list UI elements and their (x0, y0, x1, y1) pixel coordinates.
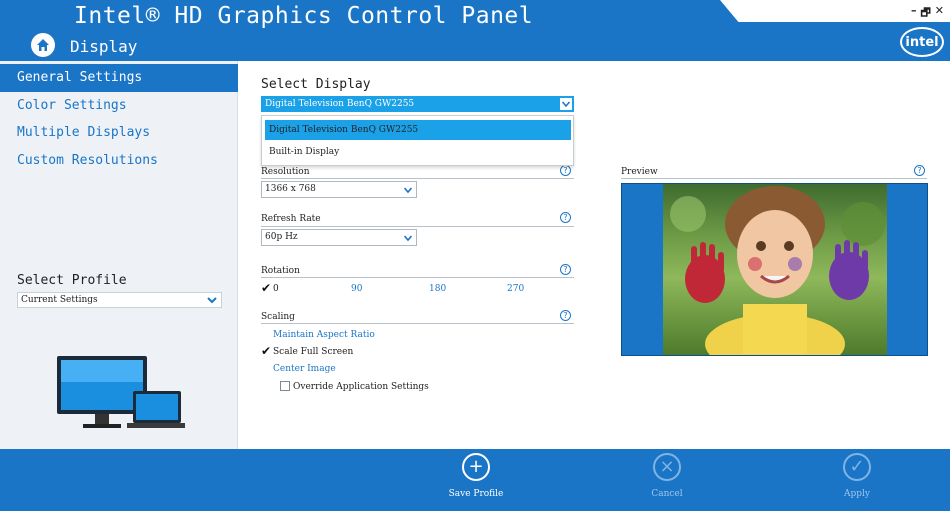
preview-help-icon[interactable]: ? (914, 165, 925, 176)
preview-image (663, 184, 887, 355)
rotation-option-0[interactable]: 0 (273, 284, 279, 294)
sidebar: General Settings Color Settings Multiple… (0, 61, 238, 449)
profile-value: Current Settings (21, 295, 98, 305)
divider (261, 277, 574, 278)
display-option-benq[interactable]: Digital Television BenQ GW2255 (265, 120, 571, 140)
apply-button[interactable]: ✓ Apply (817, 453, 897, 499)
app-title: Intel® HD Graphics Control Panel (74, 3, 534, 29)
chevron-down-icon (561, 101, 571, 108)
divider (261, 323, 574, 324)
divider (261, 178, 574, 179)
logo-text: intel (905, 34, 939, 50)
display-dropdown-value: Digital Television BenQ GW2255 (265, 99, 415, 109)
divider (261, 226, 574, 227)
display-dropdown-list: Digital Television BenQ GW2255 Built-in … (261, 115, 574, 166)
rotation-help-icon[interactable]: ? (560, 264, 571, 275)
select-profile-label: Select Profile (17, 273, 127, 288)
close-circle-icon: × (653, 453, 681, 481)
devices-illustration (57, 356, 185, 428)
chevron-down-icon (403, 235, 413, 242)
sidebar-item-multiple-displays[interactable]: Multiple Displays (0, 119, 238, 147)
window-controls: – 🗗 ✕ (911, 4, 944, 23)
display-dropdown-toggle[interactable] (559, 97, 573, 111)
sidebar-item-color-settings[interactable]: Color Settings (0, 92, 238, 120)
home-button[interactable] (31, 33, 55, 57)
close-button[interactable]: ✕ (935, 4, 944, 23)
divider (621, 178, 927, 179)
plus-icon: + (462, 453, 490, 481)
minimize-button[interactable]: – (911, 4, 917, 23)
apply-label: Apply (844, 489, 870, 499)
cancel-button[interactable]: × Cancel (627, 453, 707, 499)
scaling-option-maintain-aspect[interactable]: Maintain Aspect Ratio (273, 330, 375, 340)
resolution-label: Resolution (261, 167, 310, 177)
chevron-down-icon (207, 297, 217, 304)
child-photo (670, 186, 885, 355)
profile-dropdown[interactable]: Current Settings (17, 292, 222, 308)
scaling-help-icon[interactable]: ? (560, 310, 571, 321)
rotation-label: Rotation (261, 266, 300, 276)
refresh-rate-dropdown[interactable]: 60p Hz (261, 229, 417, 246)
resolution-help-icon[interactable]: ? (560, 165, 571, 176)
scaling-option-center-image[interactable]: Center Image (273, 364, 336, 374)
page-title: Display (70, 37, 138, 56)
override-checkbox[interactable] (280, 381, 290, 391)
refresh-help-icon[interactable]: ? (560, 212, 571, 223)
scaling-label: Scaling (261, 312, 295, 322)
rotation-option-180[interactable]: 180 (429, 284, 446, 294)
scaling-option-full-screen[interactable]: Scale Full Screen (273, 347, 353, 357)
intel-logo: intel (900, 27, 944, 57)
rotation-option-270[interactable]: 270 (507, 284, 524, 294)
select-display-label: Select Display (261, 77, 371, 92)
display-dropdown[interactable]: Digital Television BenQ GW2255 (261, 96, 574, 112)
chevron-down-icon (403, 187, 413, 194)
refresh-rate-value: 60p Hz (265, 232, 298, 242)
title-bar: Intel® HD Graphics Control Panel Display… (0, 0, 950, 61)
override-label: Override Application Settings (293, 382, 429, 392)
display-option-builtin[interactable]: Built-in Display (265, 142, 571, 162)
resolution-value: 1366 x 768 (265, 184, 316, 194)
home-icon (37, 39, 49, 51)
rotation-option-90[interactable]: 90 (351, 284, 362, 294)
refresh-rate-label: Refresh Rate (261, 214, 321, 224)
check-circle-icon: ✓ (843, 453, 871, 481)
restore-button[interactable]: 🗗 (920, 4, 930, 23)
preview-label: Preview (621, 167, 658, 177)
action-bar: + Save Profile × Cancel ✓ Apply (0, 449, 950, 511)
cancel-label: Cancel (651, 489, 683, 499)
save-profile-label: Save Profile (448, 489, 504, 499)
checkmark-icon: ✔ (261, 281, 272, 295)
sidebar-item-custom-resolutions[interactable]: Custom Resolutions (0, 147, 238, 175)
preview-frame (621, 183, 928, 356)
save-profile-button[interactable]: + Save Profile (436, 453, 516, 499)
main-panel: Select Display Digital Television BenQ G… (239, 61, 950, 449)
checkmark-icon: ✔ (261, 344, 272, 358)
resolution-dropdown[interactable]: 1366 x 768 (261, 181, 417, 198)
sidebar-item-general-settings[interactable]: General Settings (0, 64, 238, 92)
